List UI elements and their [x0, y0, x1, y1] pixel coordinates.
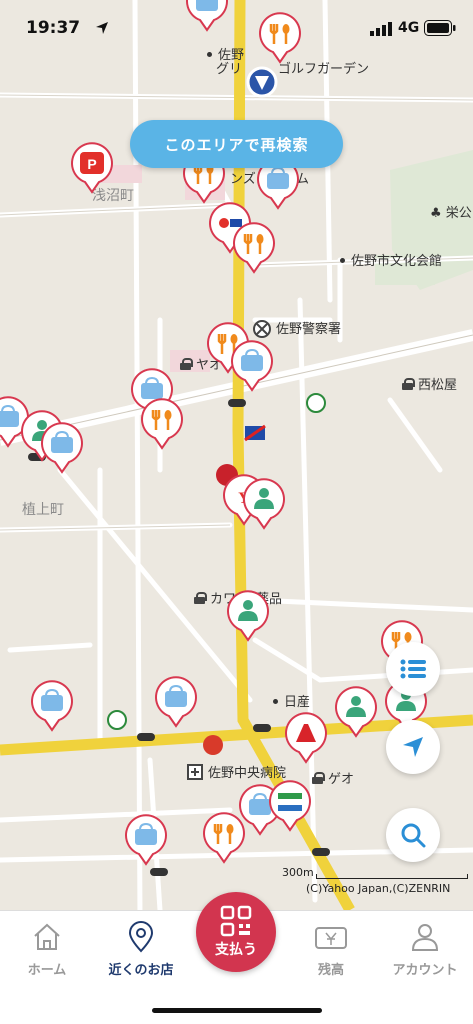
- location-arrow-icon: [96, 22, 108, 34]
- network-label: 4G: [398, 20, 420, 36]
- research-area-button[interactable]: このエリアで再検索: [130, 120, 343, 168]
- tab-nearby-label: 近くのお店: [108, 963, 174, 978]
- tab-balance-label: 残高: [317, 963, 344, 978]
- pin-person[interactable]: [226, 590, 270, 642]
- place-nissan-label: 日産: [284, 695, 311, 710]
- map-scale: 300m: [282, 866, 314, 879]
- search-icon: [401, 823, 426, 848]
- place-geo-label: ゲオ: [328, 772, 355, 787]
- current-location-button[interactable]: [386, 720, 440, 774]
- place-sakae-label: 栄公: [445, 206, 472, 221]
- place-golf: ゴルフガーデン: [278, 62, 370, 77]
- place-sakae: ♣ 栄公: [430, 206, 472, 222]
- tab-nearby[interactable]: 近くのお店: [94, 919, 188, 978]
- account-icon: [411, 924, 439, 951]
- pin-shop[interactable]: [40, 422, 84, 474]
- list-view-button[interactable]: [386, 642, 440, 696]
- tab-balance[interactable]: 残高: [284, 919, 378, 978]
- pin-familymart[interactable]: [268, 780, 312, 832]
- shop-lock-icon: [312, 772, 325, 784]
- place-bunka: 佐野市文化会館: [340, 254, 442, 270]
- pin-shop[interactable]: [30, 680, 74, 732]
- status-bar: 19:37 4G: [0, 0, 473, 58]
- place-bunka-label: 佐野市文化会館: [351, 254, 443, 269]
- tab-account-label: アカウント: [392, 963, 458, 978]
- place-nissan: 日産: [273, 695, 310, 711]
- place-geo: ゲオ: [312, 772, 354, 788]
- list-icon: [400, 659, 426, 679]
- pin-shop[interactable]: [124, 814, 168, 866]
- signal-icon: [370, 22, 392, 36]
- pin-restaurant[interactable]: [202, 812, 246, 864]
- pin-restaurant[interactable]: [232, 222, 276, 274]
- pay-label: 支払う: [215, 942, 257, 958]
- map-scale-bar: [316, 874, 468, 879]
- navigation-arrow-icon: [403, 737, 423, 757]
- place-ueno: 植上町: [22, 502, 64, 518]
- wallet-icon: [315, 927, 347, 949]
- tab-home[interactable]: ホーム: [0, 919, 94, 978]
- place-sano-green-2: グリ: [216, 62, 243, 77]
- place-nishimatsuya-label: 西松屋: [418, 378, 458, 393]
- place-dot-icon: [340, 258, 345, 263]
- shop-lock-icon: [194, 592, 207, 604]
- battery-icon: [424, 20, 456, 36]
- pin-person[interactable]: [242, 478, 286, 530]
- pin-shop[interactable]: [154, 676, 198, 728]
- tab-account[interactable]: アカウント: [378, 919, 472, 978]
- search-button[interactable]: [386, 808, 440, 862]
- app-screen: 浅沼町 植上町 佐野市文化会館 佐野警察署 西松屋 ♣ 栄公 ゴルフガーデン 佐…: [0, 0, 473, 1024]
- place-nishimatsuya: 西松屋: [402, 378, 457, 394]
- qr-code-icon: [220, 905, 252, 937]
- map-pin-icon: [128, 921, 154, 953]
- location-marker: [240, 60, 284, 112]
- pay-button[interactable]: 支払う: [196, 892, 276, 972]
- map-copyright: (C)Yahoo Japan,(C)ZENRIN: [306, 882, 451, 895]
- park-icon: ♣: [430, 206, 446, 221]
- tab-home-label: ホーム: [27, 963, 67, 978]
- pin-shop[interactable]: [230, 340, 274, 392]
- pin-paypay[interactable]: P: [70, 142, 114, 194]
- place-police: 佐野警察署: [276, 322, 342, 337]
- svg-text:P: P: [87, 156, 96, 172]
- shop-lock-icon: [402, 378, 415, 390]
- place-dot-icon: [273, 699, 278, 704]
- shop-lock-icon: [180, 358, 193, 370]
- home-icon: [34, 923, 60, 950]
- home-indicator: [152, 1008, 322, 1013]
- place-anzu: ンズ: [230, 172, 256, 187]
- pin-restaurant[interactable]: [140, 398, 184, 450]
- pin-person[interactable]: [334, 686, 378, 738]
- status-time: 19:37: [26, 18, 81, 38]
- pin-brand[interactable]: [284, 712, 328, 764]
